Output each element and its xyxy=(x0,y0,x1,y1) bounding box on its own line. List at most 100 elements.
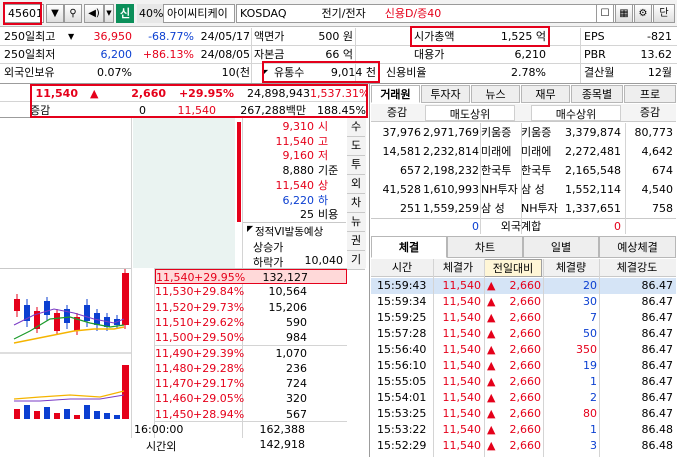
eps-value: -821 xyxy=(647,30,672,43)
vi-upper-label: 상승가 xyxy=(253,241,284,254)
broker-row: 657 2,198,232 한국투 한국투 2,165,548 674 xyxy=(400,164,673,177)
par-value: 500 원 xyxy=(318,30,353,43)
arrow-up-icon: ▲ xyxy=(487,423,496,436)
side-button-invest[interactable]: 투 xyxy=(347,156,365,175)
trade-row: 15:56:10 11,540 ▲ 2,660 19 86.47 xyxy=(377,359,673,372)
trades-rows: 15:59:43 11,540 ▲ 2,660 20 86.47 15:59:3… xyxy=(371,278,676,457)
side-button-etc[interactable]: 기 xyxy=(347,251,365,270)
search-icon[interactable]: ⚲ xyxy=(64,4,82,23)
ask-empty-area xyxy=(0,118,130,268)
ohlc-base: 8,880 기준 xyxy=(282,164,339,178)
foreign-buy: 0 xyxy=(614,220,621,233)
trade-row: 15:56:40 11,540 ▲ 2,660 350 86.47 xyxy=(377,343,673,356)
tab-broker[interactable]: 거래원 xyxy=(371,85,420,103)
arrow-up-icon: ▲ xyxy=(487,327,496,340)
checkbox-icon[interactable]: ☐ xyxy=(596,4,614,23)
speaker-dropdown-icon[interactable]: ▼ xyxy=(104,4,114,23)
speaker-icon[interactable]: ◀) xyxy=(84,4,104,23)
chevron-down-icon[interactable]: ▼ xyxy=(68,28,78,46)
broker-rows: 37,976 2,971,769 키움증 키움증 3,379,874 80,77… xyxy=(371,123,676,218)
high250-price: 36,950 xyxy=(93,30,133,43)
tab-chart[interactable]: 차트 xyxy=(447,236,523,258)
info-panel: 250일최고 ▼ 36,950 -68.77% 24/05/17 액면가 500… xyxy=(0,28,677,84)
broker-row: 251 1,559,259 삼 성 NH투자 1,337,651 758 xyxy=(400,202,673,215)
side-button-chart[interactable]: 차 xyxy=(347,194,365,213)
vi-title: 정적VI발동예상 xyxy=(255,226,324,238)
float-label: 유통수 xyxy=(274,66,305,79)
mcap-value: 1,525 억 xyxy=(500,30,546,43)
ohlc-cost: 25 비용 xyxy=(300,208,339,222)
ohlc-low: 9,160 저 xyxy=(282,149,329,163)
sector-label: 전기/전자 xyxy=(321,7,366,20)
credit-ratio-value: 2.78% xyxy=(511,66,546,79)
bid-row[interactable]: 11,530 +29.84% 10,564 xyxy=(155,284,347,299)
ohlc-upper-limit: 11,540 상 xyxy=(275,178,329,192)
arrow-up-icon: ▲ xyxy=(487,311,496,324)
bid-row[interactable]: 11,480 +29.28% 236 xyxy=(155,361,347,376)
tab-by-stock[interactable]: 종목별 xyxy=(571,85,623,103)
trade-row: 15:55:05 11,540 ▲ 2,660 1 86.47 xyxy=(377,375,673,388)
corner-mark-icon: ◤ xyxy=(262,68,269,77)
trade-row: 15:52:29 11,540 ▲ 2,660 3 86.48 xyxy=(377,439,673,452)
trade-row: 15:59:25 11,540 ▲ 2,660 7 86.47 xyxy=(377,311,673,324)
info-row-2: 250일최저 6,200 +86.13% 24/08/05 자본금 66 억 대… xyxy=(0,46,677,64)
side-button-news[interactable]: 뉴 xyxy=(347,213,365,232)
single-view-button[interactable]: 단 xyxy=(653,4,675,23)
trade-row: 15:59:43 11,540 ▲ 2,660 20 86.47 xyxy=(371,278,676,294)
tab-investor[interactable]: 투자자 xyxy=(421,85,470,103)
arrow-up-icon: ▲ xyxy=(487,407,496,420)
stock-code-input[interactable]: 456010 xyxy=(4,4,44,23)
settle-value: 12월 xyxy=(647,66,672,79)
info-row-1: 250일최고 ▼ 36,950 -68.77% 24/05/17 액면가 500… xyxy=(0,28,677,46)
grid-icon[interactable]: ▦ xyxy=(615,4,633,23)
foreign-sell: 0 xyxy=(472,220,479,233)
bid-row[interactable]: 11,450 +28.94% 567 xyxy=(155,407,347,422)
arrow-up-icon: ▲ xyxy=(487,391,496,404)
broker-foreign-row: 0 외국계합 0 xyxy=(371,218,676,234)
high250-label: 250일최고 xyxy=(4,30,56,43)
chevron-down-icon[interactable]: ▼ xyxy=(46,4,64,23)
pbr-value: 13.62 xyxy=(640,48,673,61)
side-button-sell[interactable]: 수 xyxy=(347,118,365,137)
gear-icon[interactable]: ⚙ xyxy=(634,4,652,23)
capital-value: 66 억 xyxy=(325,48,353,61)
tab-daily[interactable]: 일별 xyxy=(523,236,599,258)
bid-row[interactable]: 11,460 +29.05% 320 xyxy=(155,391,347,406)
high250-date: 24/05/17 xyxy=(200,30,250,43)
mcap-label: 시가총액 xyxy=(414,30,455,43)
tab-trades[interactable]: 체결 xyxy=(371,236,447,258)
tab-news[interactable]: 뉴스 xyxy=(471,85,520,103)
foreign-label: 외국인보유 xyxy=(4,66,55,79)
bid-row[interactable]: 11,510 +29.62% 590 xyxy=(155,315,347,330)
mini-chart-svg xyxy=(0,269,131,439)
side-button-foreign[interactable]: 외 xyxy=(347,175,365,194)
quote-footer: 16:00:00 162,388 시간외 142,918 xyxy=(132,423,347,457)
low250-pct: +86.13% xyxy=(142,48,194,61)
trade-row: 15:53:22 11,540 ▲ 2,660 1 86.48 xyxy=(377,423,673,436)
stock-name: 아이씨티케이 xyxy=(163,4,235,23)
ohlc-open: 9,310 시 xyxy=(282,120,329,133)
ohlc-lower-limit: 6,220 하 xyxy=(282,193,329,207)
arrow-up-icon: ▲ xyxy=(487,279,496,292)
bid-row[interactable]: 11,520 +29.73% 15,206 xyxy=(155,300,347,315)
tab-expected[interactable]: 예상체결 xyxy=(599,236,676,258)
foreign-pct: 0.07% xyxy=(97,66,132,79)
toolbar: 456010 ▼ ⚲ ◀) ▼ 신 40% 아이씨티케이 KOSDAQ 전기/전… xyxy=(0,0,677,27)
after-hours-label: 시간외 xyxy=(146,440,177,453)
loan-label: 대용가 xyxy=(414,48,445,61)
bid-row[interactable]: 11,470 +29.17% 724 xyxy=(155,376,347,391)
side-button-rights[interactable]: 권 xyxy=(347,232,365,251)
trade-row: 15:53:25 11,540 ▲ 2,660 80 86.47 xyxy=(377,407,673,420)
tab-finance[interactable]: 재무 xyxy=(521,85,570,103)
trade-row: 15:54:01 11,540 ▲ 2,660 2 86.47 xyxy=(377,391,673,404)
bid-row[interactable]: 11,490 +29.39% 1,070 xyxy=(155,346,347,361)
tab-program[interactable]: 프로 xyxy=(624,85,676,103)
corner-mark-icon: ◤ xyxy=(247,224,254,233)
side-button-do[interactable]: 도 xyxy=(347,137,365,156)
vi-lower-value: 10,040 xyxy=(304,254,344,267)
bid-row[interactable]: 11,500 +29.50% 984 xyxy=(155,330,347,345)
ask-price-column xyxy=(133,118,235,268)
eps-label: EPS xyxy=(584,30,605,43)
arrow-up-icon: ▲ xyxy=(487,295,496,308)
bid-row[interactable]: 11,540 +29.95% 132,127 xyxy=(155,269,347,285)
